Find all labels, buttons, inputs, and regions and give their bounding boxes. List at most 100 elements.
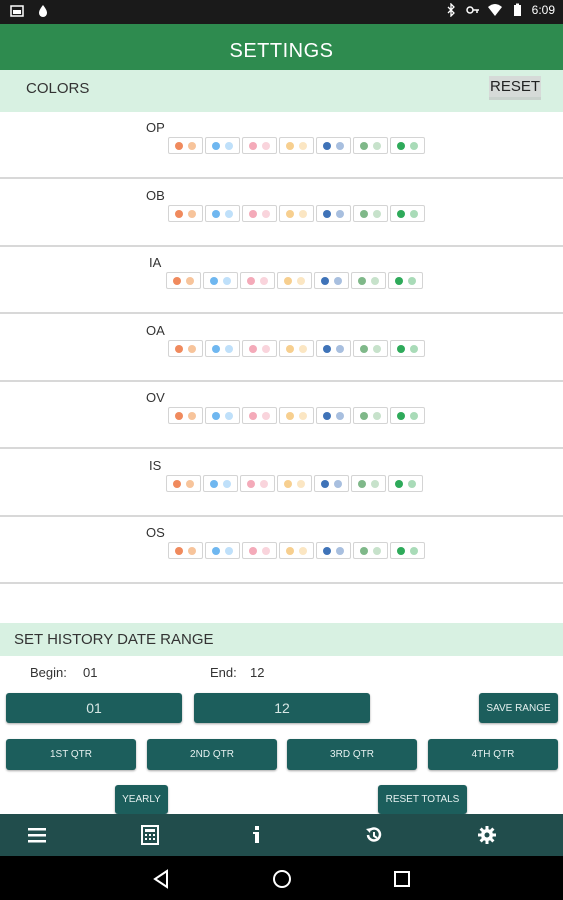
color-row-label: OP [146,120,165,135]
color-swatch[interactable] [168,205,203,222]
color-swatch[interactable] [168,137,203,154]
history-icon[interactable] [363,824,385,846]
color-swatch[interactable] [316,340,351,357]
begin-month-field[interactable]: 01 [6,693,182,723]
settings-gear-icon[interactable] [476,824,498,846]
color-row: OS [0,517,563,584]
color-swatch[interactable] [277,272,312,289]
color-dot [360,546,368,555]
color-swatch[interactable] [279,137,314,154]
menu-icon[interactable] [26,824,48,846]
color-dot [360,209,368,218]
color-dot [247,276,255,285]
color-swatch[interactable] [240,272,275,289]
color-swatch[interactable] [314,475,349,492]
recents-icon[interactable] [391,868,413,890]
end-value: 12 [250,665,265,680]
color-swatch[interactable] [353,407,388,424]
color-dot [397,209,405,218]
color-swatch[interactable] [316,205,351,222]
color-swatch[interactable] [314,272,349,289]
color-dot [299,411,307,420]
color-dot [225,209,233,218]
color-swatch[interactable] [388,475,423,492]
color-swatch[interactable] [168,340,203,357]
color-swatch[interactable] [390,542,425,559]
history-label: SET HISTORY DATE RANGE [14,631,214,648]
color-swatch[interactable] [240,475,275,492]
info-icon[interactable] [246,824,268,846]
back-icon[interactable] [150,868,172,890]
color-swatch[interactable] [388,272,423,289]
color-dot [212,209,220,218]
color-swatch[interactable] [166,272,201,289]
battery-icon [513,3,521,16]
color-swatch[interactable] [390,137,425,154]
home-icon[interactable] [271,868,293,890]
begin-value: 01 [83,665,98,680]
reset-button[interactable]: RESET [488,76,541,100]
third-quarter-button[interactable]: 3RD QTR [287,739,417,770]
color-swatch[interactable] [277,475,312,492]
color-swatch[interactable] [205,340,240,357]
color-swatch[interactable] [353,542,388,559]
color-swatch[interactable] [279,542,314,559]
color-dot [262,344,270,353]
color-swatch[interactable] [353,137,388,154]
color-swatch[interactable] [316,137,351,154]
color-swatch[interactable] [205,542,240,559]
save-range-button[interactable]: SAVE RANGE [479,693,558,723]
color-swatch[interactable] [205,407,240,424]
color-swatch[interactable] [390,205,425,222]
first-quarter-button[interactable]: 1ST QTR [6,739,136,770]
color-dot [175,546,183,555]
color-dot [225,344,233,353]
color-swatch[interactable] [242,542,277,559]
color-dot [286,411,294,420]
color-swatch-group [168,407,425,424]
color-row: OV [0,382,563,449]
color-swatch[interactable] [279,205,314,222]
color-dot [188,411,196,420]
image-icon [10,5,24,17]
color-swatch[interactable] [242,137,277,154]
color-row: IS [0,450,563,517]
color-dot [395,276,403,285]
color-swatch[interactable] [353,340,388,357]
color-dot [212,141,220,150]
second-quarter-button[interactable]: 2ND QTR [147,739,277,770]
color-swatch[interactable] [168,407,203,424]
end-month-field[interactable]: 12 [194,693,370,723]
color-swatch[interactable] [205,137,240,154]
color-swatch[interactable] [242,407,277,424]
reset-totals-button[interactable]: RESET TOTALS [378,785,467,814]
color-swatch[interactable] [168,542,203,559]
color-swatch[interactable] [353,205,388,222]
color-swatch[interactable] [166,475,201,492]
color-swatch[interactable] [203,272,238,289]
color-swatch[interactable] [242,205,277,222]
color-swatch[interactable] [351,475,386,492]
color-swatch[interactable] [203,475,238,492]
color-swatch[interactable] [316,407,351,424]
status-time: 6:09 [531,3,555,17]
color-dot [286,344,294,353]
color-swatch[interactable] [279,407,314,424]
color-dot [410,141,418,150]
color-swatch[interactable] [279,340,314,357]
color-swatch[interactable] [390,407,425,424]
color-dot [286,209,294,218]
color-dot [286,141,294,150]
color-dot [262,546,270,555]
yearly-button[interactable]: YEARLY [115,785,168,814]
calculator-icon[interactable] [139,824,161,846]
fourth-quarter-button[interactable]: 4TH QTR [428,739,558,770]
color-swatch[interactable] [242,340,277,357]
color-swatch[interactable] [390,340,425,357]
color-swatch[interactable] [351,272,386,289]
color-swatch[interactable] [205,205,240,222]
color-swatch[interactable] [316,542,351,559]
color-dot [249,344,257,353]
color-dot [321,479,329,488]
color-row: IA [0,247,563,314]
